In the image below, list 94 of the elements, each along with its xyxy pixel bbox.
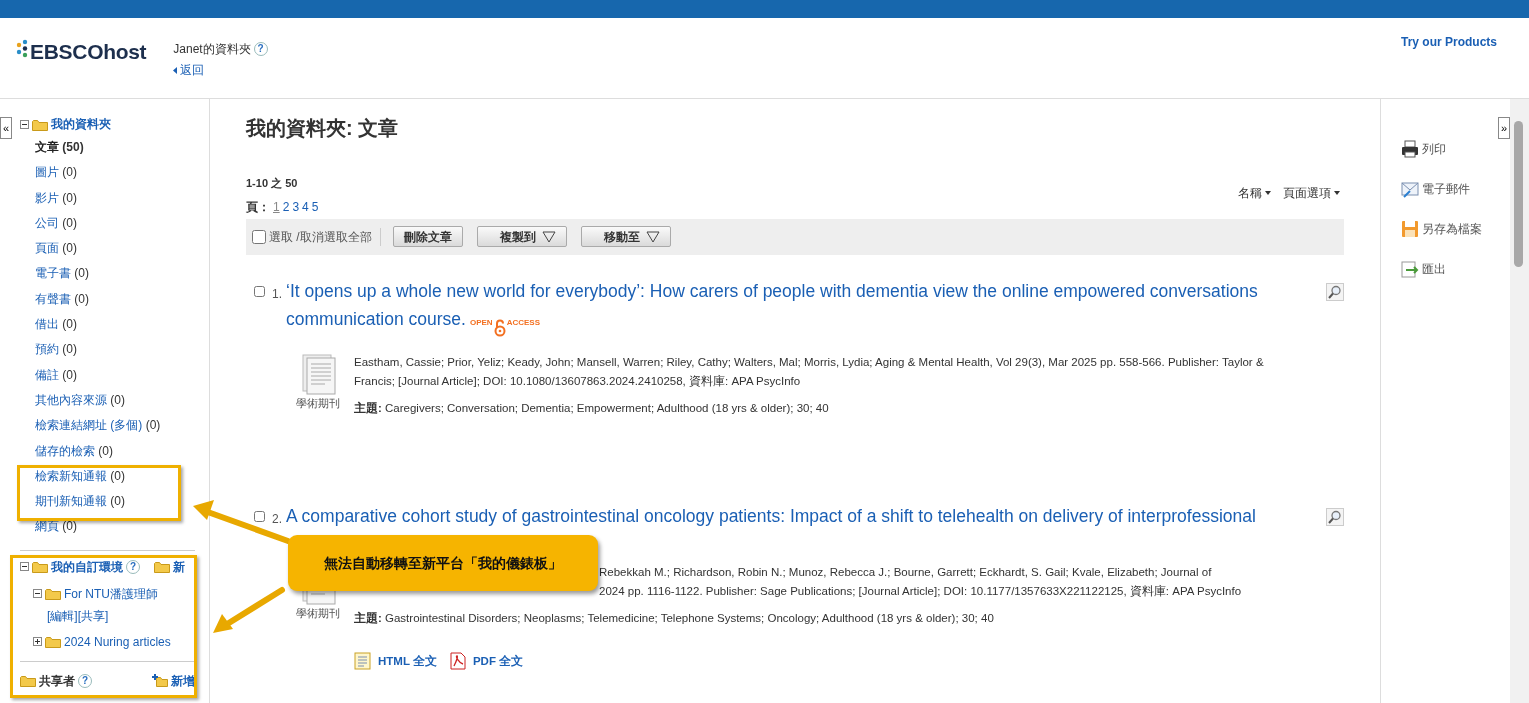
page-link[interactable]: 5 [311,197,319,216]
caret-icon [645,230,660,243]
tool-link[interactable]: 另存為檔案 [1401,209,1510,249]
folder-item[interactable]: 公司 (0) [35,215,77,230]
dropdown-button[interactable]: 移動至 [580,226,671,247]
page-options-menu[interactable]: 頁面選項 [1283,183,1340,202]
tool-link[interactable]: 電子郵件 [1401,169,1510,209]
pdf-full-text-link[interactable]: PDF 全文 [448,651,524,671]
try-products-link[interactable]: Try our Products [1400,35,1497,49]
folder-item[interactable]: 電子書 (0) [35,266,89,281]
new-folder-link[interactable]: 新 [154,557,185,576]
folder-icon [45,587,61,601]
folder-item[interactable]: 檢索連結網址 (多個) (0) [35,418,161,433]
open-label: OPEN [469,316,493,329]
citation-text: Rebekkah M.; Richardson, Robin N.; Munoz, Rebecca J.; Bourne, Garrett; Eckhardt, S. Gail; Kvale, Elizabeth; Journal of [599,564,1213,580]
page-link[interactable]: 4 [302,197,309,216]
subfolder-link[interactable]: 2024 Nuring articles [64,632,171,651]
scrollbar[interactable] [1510,99,1529,703]
result-title-link[interactable]: ‘It opens up a whole new world for everybody’: How carers of people with dementia view the online empowered conversations communication course. OPEN ACCESS [286,276,1306,337]
result-number: 2. [272,510,282,528]
folder-action-link[interactable]: [編輯] [47,606,78,625]
add-folder-icon [152,674,168,688]
folder-icon [20,674,36,688]
access-label: ACCESS [506,316,540,329]
folder-icon [154,560,170,574]
result-range: 1-10 之 50 [246,176,299,191]
custom-folder-link[interactable]: 我的自訂環境 [51,557,123,576]
caret-icon [1265,190,1271,195]
journal-icon [299,352,337,395]
folder-item[interactable]: 其他內容來源 (0) [35,392,125,407]
result-checkbox[interactable] [254,510,265,522]
folder-title: Janet的資料夾 [173,41,251,58]
sort-menu[interactable]: 名稱 [1238,183,1271,202]
folder-link[interactable]: 我的資料夾 [51,115,111,133]
folder-item[interactable]: 借出 (0) [35,317,77,332]
folder-item[interactable]: 備註 (0) [35,367,77,382]
expand-button[interactable]: » [1498,117,1510,139]
page-title: 我的資料夾: 文章 [246,116,400,141]
document-type: 學術期刊 [296,395,340,411]
folder-item[interactable]: 有聲書 (0) [35,291,89,306]
folder-icon [45,635,61,649]
expand-icon[interactable] [33,637,42,647]
tool-link[interactable]: 匯出 [1401,249,1510,289]
collapse-icon[interactable] [20,119,29,129]
select-all-checkbox[interactable] [252,229,266,244]
caret-icon [541,230,556,243]
subject-text: 主題: Gastrointestinal Disorders; Neoplasms; Telemedicine; Telephone Systems; Oncology; Adulthood (18 yrs & older); 30; 40 [354,610,995,626]
document-icon [354,652,372,670]
magnifier-icon[interactable] [1326,507,1344,526]
caret-icon [1334,190,1340,195]
collapse-button[interactable]: « [0,117,12,139]
collapse-icon[interactable] [33,589,42,599]
folder-item[interactable]: 圖片 (0) [35,165,77,180]
result-checkbox[interactable] [254,285,265,297]
result-number: 1. [272,285,282,303]
folder-item[interactable]: 網頁 (0) [35,519,77,534]
logo-icon [16,39,30,59]
pdf-icon [448,652,467,670]
subfolder-link[interactable]: For NTU潘護理師 [64,584,158,603]
html-full-text-link[interactable]: HTML 全文 [354,651,437,671]
document-type: 學術期刊 [296,605,340,621]
citation-text: Eastham, Cassie; Prior, Yeliz; Keady, John; Mansell, Warren; Riley, Cathy; Walters, Mal; Morris, Lydia; Aging & Mental Health, Vol 29(3), Mar 2025 pp. 558-566. Publisher: Taylor & Francis; [Journal Article]; DOI: 10.1080/13607863.2024.2410258, 資料庫: APA PsycInfo [354,354,1265,389]
folder-icon [32,117,48,131]
folder-item[interactable]: 期刊新知通報 (0) [35,494,125,509]
export-icon [1401,260,1419,278]
envelope-icon [1401,180,1419,198]
arrow [213,587,285,633]
caret-icon [173,66,178,74]
citation-text: 2024 pp. 1116-1122. Publisher: Sage Publications; [Journal Article]; DOI: 10.1177/1357633X221122125, 資料庫: APA PsycInfo [599,583,1243,599]
result-title-link[interactable]: A comparative cohort study of gastrointestinal oncology patients: Impact of a shift to telehealth on delivery of interprofessional [286,501,1256,530]
shared-label: 共享者 [39,672,75,690]
printer-icon [1401,140,1419,158]
folder-icon [32,560,48,574]
page-link[interactable]: 1 [273,197,280,216]
page-link[interactable]: 3 [292,197,300,216]
collapse-icon[interactable] [20,562,29,572]
page-link[interactable]: 2 [282,197,290,216]
folder-item[interactable]: 檢索新知通報 (0) [35,468,125,483]
folder-item[interactable]: 預約 (0) [35,342,77,357]
open-access-icon [492,318,507,337]
subject-text: 主題: Caregivers; Conversation; Dementia; Empowerment; Adulthood (18 yrs & older); 30; 40 [354,400,830,416]
dropdown-button[interactable]: 複製到 [476,226,567,247]
magnifier-icon[interactable] [1326,282,1344,301]
folder-item[interactable]: 影片 (0) [35,190,77,205]
folder-item[interactable]: 文章 (50) [35,140,84,154]
page-label: 頁： [246,198,270,216]
logo-text: EBSCOhost [30,39,147,65]
folder-item[interactable]: 儲存的檢索 (0) [35,443,113,458]
select-all-label: 選取 /取消選取全部 [269,228,372,246]
folder-action-link[interactable]: [共享] [77,606,109,625]
folder-item[interactable]: 頁面 (0) [35,241,77,256]
back-link[interactable]: 返回 [180,61,205,79]
delete-button[interactable]: 刪除文章 [392,226,463,247]
callout: 無法自動移轉至新平台「我的儀錶板」 [288,535,598,591]
